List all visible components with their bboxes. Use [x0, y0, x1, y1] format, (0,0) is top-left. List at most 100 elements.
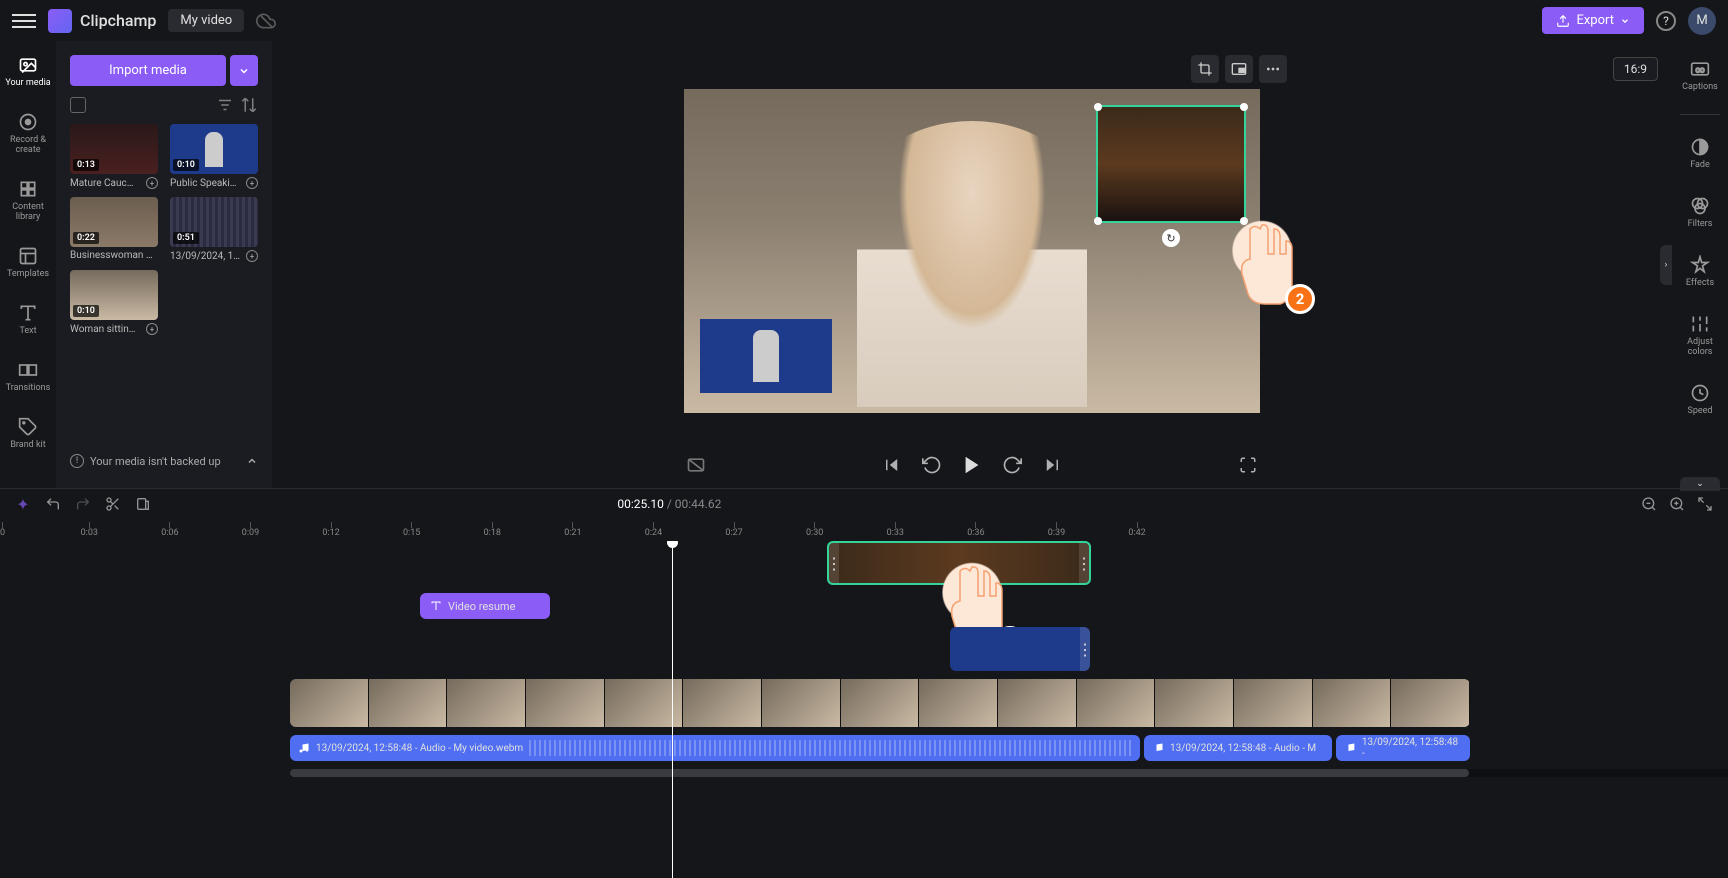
- timeline-scrollbar[interactable]: [290, 769, 1728, 777]
- video-clip-mic[interactable]: ⋮: [950, 627, 1090, 671]
- user-avatar[interactable]: M: [1688, 7, 1716, 35]
- rail-filters[interactable]: Filters: [1672, 192, 1728, 233]
- rotate-handle[interactable]: ↻: [1162, 229, 1180, 247]
- zoom-fit-button[interactable]: [1696, 495, 1714, 513]
- cloud-sync-icon[interactable]: [256, 11, 276, 31]
- add-media-button[interactable]: +: [146, 177, 158, 189]
- rail-captions[interactable]: CC Captions: [1672, 55, 1728, 96]
- select-all-checkbox[interactable]: [70, 97, 86, 113]
- rail-content-library[interactable]: Content library: [0, 175, 56, 226]
- ruler-tick: 0:18: [484, 522, 501, 538]
- import-media-button[interactable]: Import media: [70, 55, 226, 86]
- project-title[interactable]: My video: [168, 9, 244, 32]
- rail-fade[interactable]: Fade: [1672, 133, 1728, 174]
- media-item[interactable]: 0:13 Mature Cauc…+: [70, 124, 158, 189]
- music-icon: [1344, 742, 1356, 754]
- timeline-ruler[interactable]: 0 0:03 0:06 0:09 0:12 0:15 0:18 0:21 0:24 0:27 0:3…: [0, 519, 1728, 541]
- tutorial-badge-2: 2: [1285, 284, 1315, 314]
- playback-controls: [684, 453, 1260, 477]
- aspect-ratio-selector[interactable]: 16:9: [1613, 57, 1658, 81]
- filter-button[interactable]: [216, 96, 234, 114]
- media-item[interactable]: 0:10 Public Speaki…+: [170, 124, 258, 189]
- ruler-tick: 0:03: [81, 522, 98, 538]
- forward-button[interactable]: [1000, 453, 1024, 477]
- brand-logo[interactable]: Clipchamp: [48, 9, 156, 33]
- rail-your-media[interactable]: Your media: [0, 51, 56, 92]
- pip-button[interactable]: [1225, 55, 1253, 83]
- ruler-tick: 0:09: [242, 522, 259, 538]
- rail-transitions[interactable]: Transitions: [0, 356, 56, 397]
- rewind-button[interactable]: [920, 453, 944, 477]
- crop-timeline-button[interactable]: [134, 495, 152, 513]
- rail-speed[interactable]: Speed: [1672, 379, 1728, 420]
- ruler-tick: 0: [0, 522, 5, 538]
- skip-forward-button[interactable]: [1040, 453, 1064, 477]
- ai-tool-button[interactable]: ✦: [14, 495, 32, 513]
- ruler-tick: 0:42: [1128, 522, 1145, 538]
- split-button[interactable]: [104, 495, 122, 513]
- media-panel: Import media 0:13 Mature Cauc…+ 0:10 Pub…: [56, 41, 272, 488]
- undo-button[interactable]: [44, 495, 62, 513]
- more-options-button[interactable]: [1259, 55, 1287, 83]
- ruler-tick: 0:06: [161, 522, 178, 538]
- menu-button[interactable]: [12, 9, 36, 33]
- audio-clip[interactable]: 13/09/2024, 12:58:48 - Audio - M: [1144, 735, 1332, 761]
- playhead[interactable]: [672, 541, 673, 878]
- add-media-button[interactable]: +: [146, 323, 158, 335]
- rail-text[interactable]: Text: [0, 299, 56, 340]
- ruler-tick: 0:27: [725, 522, 742, 538]
- import-dropdown-button[interactable]: [230, 55, 258, 86]
- crop-button[interactable]: [1191, 55, 1219, 83]
- clip-trim-right[interactable]: ⋮: [1079, 543, 1089, 583]
- clip-trim-left[interactable]: ⋮: [829, 543, 839, 583]
- overlay-clip-selected[interactable]: ↻: [1096, 105, 1246, 223]
- export-button[interactable]: Export: [1542, 7, 1644, 34]
- chevron-down-icon: [1620, 16, 1630, 26]
- audio-clip[interactable]: 13/09/2024, 12:58:48 -: [1336, 735, 1470, 761]
- add-media-button[interactable]: +: [246, 250, 258, 262]
- video-clip-overlay[interactable]: ⋮ ⋮: [827, 541, 1091, 585]
- ruler-tick: 0:39: [1048, 522, 1065, 538]
- ruler-tick: 0:24: [645, 522, 662, 538]
- rail-brand-kit[interactable]: Brand kit: [0, 413, 56, 454]
- collapse-right-panel-button[interactable]: ›: [1660, 245, 1672, 285]
- skip-back-button[interactable]: [880, 453, 904, 477]
- rail-effects[interactable]: Effects: [1672, 251, 1728, 292]
- overlay-clip-mic[interactable]: [700, 319, 832, 393]
- rail-templates[interactable]: Templates: [0, 242, 56, 283]
- left-rail: Your media Record & create Content libra…: [0, 41, 56, 488]
- hide-preview-button[interactable]: [684, 453, 708, 477]
- timeline-tracks: ⋮ ⋮ 1 Video resume ⋮: [0, 541, 1728, 878]
- fullscreen-button[interactable]: [1236, 453, 1260, 477]
- add-media-button[interactable]: +: [246, 177, 258, 189]
- ruler-tick: 0:15: [403, 522, 420, 538]
- clip-trim-right[interactable]: ⋮: [1080, 627, 1090, 671]
- text-clip[interactable]: Video resume: [420, 593, 550, 619]
- rail-record-create[interactable]: Record & create: [0, 108, 56, 159]
- media-item[interactable]: 0:22 Businesswoman …: [70, 197, 158, 262]
- zoom-out-button[interactable]: [1640, 495, 1658, 513]
- clipchamp-icon: [48, 9, 72, 33]
- redo-button[interactable]: [74, 495, 92, 513]
- backup-warning[interactable]: ! Your media isn't backed up: [70, 448, 258, 474]
- rail-adjust-colors[interactable]: Adjust colors: [1672, 310, 1728, 361]
- audio-clip[interactable]: 13/09/2024, 12:58:48 - Audio - My video.…: [290, 735, 1140, 761]
- ruler-tick: 0:36: [967, 522, 984, 538]
- media-item[interactable]: 0:51 13/09/2024, 1…+: [170, 197, 258, 262]
- ruler-tick: 0:21: [564, 522, 581, 538]
- timeline-timecode: 00:25.10 / 00:44.62: [617, 497, 721, 511]
- chevron-down-icon: [238, 65, 250, 77]
- right-rail: CC Captions Fade Filters Effects Adjust …: [1672, 41, 1728, 488]
- main-video-clip[interactable]: [290, 679, 1470, 727]
- media-item[interactable]: 0:10 Woman sittin…+: [70, 270, 158, 335]
- sort-button[interactable]: [240, 96, 258, 114]
- text-icon: [430, 600, 442, 612]
- timeline: ⌄ ✦ 00:25.10 / 00:44.62 00:030:060:090:1…: [0, 488, 1728, 878]
- zoom-in-button[interactable]: [1668, 495, 1686, 513]
- collapse-timeline-button[interactable]: ⌄: [1680, 477, 1720, 491]
- play-button[interactable]: [960, 453, 984, 477]
- video-preview[interactable]: ↻ 2: [684, 89, 1260, 413]
- ruler-tick: 0:12: [322, 522, 339, 538]
- media-grid: 0:13 Mature Cauc…+ 0:10 Public Speaki…+ …: [70, 124, 258, 335]
- help-button[interactable]: ?: [1656, 11, 1676, 31]
